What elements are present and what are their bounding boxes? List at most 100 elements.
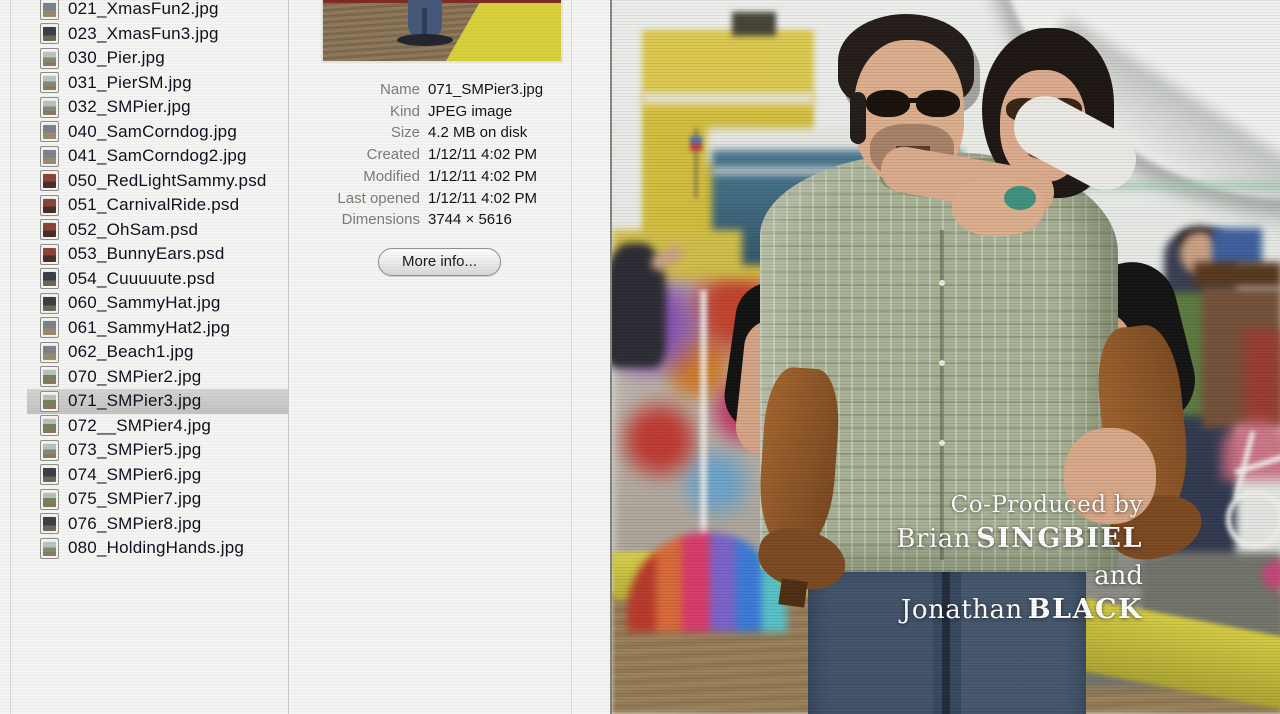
file-name: 051_CarnivalRide.psd <box>68 195 239 215</box>
file-thumbnail-icon <box>40 48 59 69</box>
credit-name-last: SINGBIEL <box>976 523 1143 554</box>
file-thumbnail-icon <box>40 317 59 338</box>
file-name: 070_SMPier2.jpg <box>68 367 201 387</box>
file-list-item[interactable]: 060_SammyHat.jpg <box>27 291 288 316</box>
file-name: 031_PierSM.jpg <box>68 73 192 93</box>
file-list-item[interactable]: 061_SammyHat2.jpg <box>27 316 288 341</box>
credit-name-last: BLACK <box>1028 594 1143 625</box>
file-name: 076_SMPier8.jpg <box>68 514 201 534</box>
shirt-button <box>939 440 945 446</box>
info-pane-right-divider <box>571 0 572 714</box>
file-thumbnail-icon <box>40 97 59 118</box>
file-list-item[interactable]: 073_SMPier5.jpg <box>27 438 288 463</box>
shirt-button <box>939 280 945 286</box>
info-value: 1/12/11 4:02 PM <box>428 144 569 166</box>
file-name: 061_SammyHat2.jpg <box>68 318 230 338</box>
info-label: Kind <box>289 101 420 123</box>
file-info-table: Name071_SMPier3.jpg KindJPEG image Size4… <box>289 79 569 231</box>
building-rooftop-box <box>732 12 776 36</box>
file-list-item[interactable]: 021_XmasFun2.jpg <box>27 0 288 22</box>
sunglasses-bridge <box>906 98 920 103</box>
file-thumbnail-icon <box>40 440 59 461</box>
info-value: 071_SMPier3.jpg <box>428 79 569 101</box>
file-list-item[interactable]: 051_CarnivalRide.psd <box>27 193 288 218</box>
file-list-item[interactable]: 032_SMPier.jpg <box>27 95 288 120</box>
file-thumbnail-icon <box>40 464 59 485</box>
file-name: 074_SMPier6.jpg <box>68 465 201 485</box>
pink-umbrella <box>1222 420 1280 480</box>
file-name: 073_SMPier5.jpg <box>68 440 201 460</box>
file-thumbnail-icon <box>40 72 59 93</box>
preview-top-stripe <box>323 0 561 3</box>
file-thumbnail-icon <box>40 268 59 289</box>
file-list-item[interactable]: 076_SMPier8.jpg <box>27 512 288 537</box>
file-name: 041_SamCorndog2.jpg <box>68 146 247 166</box>
us-flag <box>690 136 702 151</box>
credit-name-first: Brian <box>896 524 971 554</box>
info-value: 1/12/11 4:02 PM <box>428 188 569 210</box>
preview-shoes <box>397 34 453 46</box>
yellow-building-band <box>642 92 814 104</box>
credit-conjunction: and <box>896 559 1143 593</box>
file-list-item[interactable]: 080_HoldingHands.jpg <box>27 536 288 561</box>
boot-heel <box>778 578 807 607</box>
file-name: 021_XmasFun2.jpg <box>68 0 219 19</box>
file-list-item[interactable]: 072__SMPier4.jpg <box>27 414 288 439</box>
file-thumbnail-icon <box>40 415 59 436</box>
credit-name-first: Jonathan <box>901 595 1023 625</box>
info-value: JPEG image <box>428 101 569 123</box>
kiosk-red-panel <box>1244 330 1280 425</box>
file-list-item[interactable]: 070_SMPier2.jpg <box>27 365 288 390</box>
info-value: 1/12/11 4:02 PM <box>428 166 569 188</box>
info-value: 3744 × 5616 <box>428 209 569 231</box>
credits-text: Co-Produced by Brian SINGBIEL and Jonath… <box>896 488 1143 630</box>
file-thumbnail-icon <box>40 366 59 387</box>
file-name: 023_XmasFun3.jpg <box>68 24 219 44</box>
file-list: 021_XmasFun2.jpg 023_XmasFun3.jpg 030_Pi… <box>11 0 288 714</box>
file-thumbnail-icon <box>40 513 59 534</box>
file-list-item[interactable]: 062_Beach1.jpg <box>27 340 288 365</box>
file-name: 030_Pier.jpg <box>68 48 165 68</box>
info-label: Last opened <box>289 188 420 210</box>
file-list-item[interactable]: 050_RedLightSammy.psd <box>27 169 288 194</box>
file-list-item[interactable]: 031_PierSM.jpg <box>27 71 288 96</box>
more-info-button[interactable]: More info... <box>378 248 501 276</box>
file-thumbnail-icon <box>40 391 59 412</box>
turquoise-bracelet <box>1004 186 1036 210</box>
info-label: Dimensions <box>289 209 420 231</box>
file-name: 071_SMPier3.jpg <box>68 391 201 411</box>
file-name: 062_Beach1.jpg <box>68 342 194 362</box>
file-list-item[interactable]: 074_SMPier6.jpg <box>27 463 288 488</box>
file-list-item[interactable]: 075_SMPier7.jpg <box>27 487 288 512</box>
file-name: 075_SMPier7.jpg <box>68 489 201 509</box>
info-value: 4.2 MB on disk <box>428 122 569 144</box>
file-thumbnail-icon <box>40 0 59 20</box>
file-list-item[interactable]: 053_BunnyEars.psd <box>27 242 288 267</box>
file-list-item-selected[interactable]: 071_SMPier3.jpg <box>27 389 288 414</box>
file-list-item[interactable]: 054_Cuuuuute.psd <box>27 267 288 292</box>
shirt-button <box>939 360 945 366</box>
preview-thumbnail <box>321 0 563 63</box>
file-name: 052_OhSam.psd <box>68 220 198 240</box>
file-thumbnail-icon <box>40 146 59 167</box>
file-name: 053_BunnyEars.psd <box>68 244 225 264</box>
file-name: 032_SMPier.jpg <box>68 97 191 117</box>
file-list-item[interactable]: 041_SamCorndog2.jpg <box>27 144 288 169</box>
file-list-item[interactable]: 040_SamCorndog.jpg <box>27 120 288 145</box>
file-thumbnail-icon <box>40 170 59 191</box>
info-label: Name <box>289 79 420 101</box>
photo-frame: Co-Produced by Brian SINGBIEL and Jonath… <box>610 0 1280 714</box>
credit-role: Co-Produced by <box>896 488 1143 522</box>
file-name: 072__SMPier4.jpg <box>68 416 211 436</box>
file-name: 050_RedLightSammy.psd <box>68 171 267 191</box>
file-list-item[interactable]: 030_Pier.jpg <box>27 46 288 71</box>
file-thumbnail-icon <box>40 244 59 265</box>
man-sunglasses <box>866 90 910 117</box>
file-list-item[interactable]: 023_XmasFun3.jpg <box>27 22 288 47</box>
booth-pole <box>700 290 707 560</box>
file-name: 080_HoldingHands.jpg <box>68 538 244 558</box>
file-thumbnail-icon <box>40 219 59 240</box>
file-list-item[interactable]: 052_OhSam.psd <box>27 218 288 243</box>
file-thumbnail-icon <box>40 195 59 216</box>
file-thumbnail-icon <box>40 342 59 363</box>
